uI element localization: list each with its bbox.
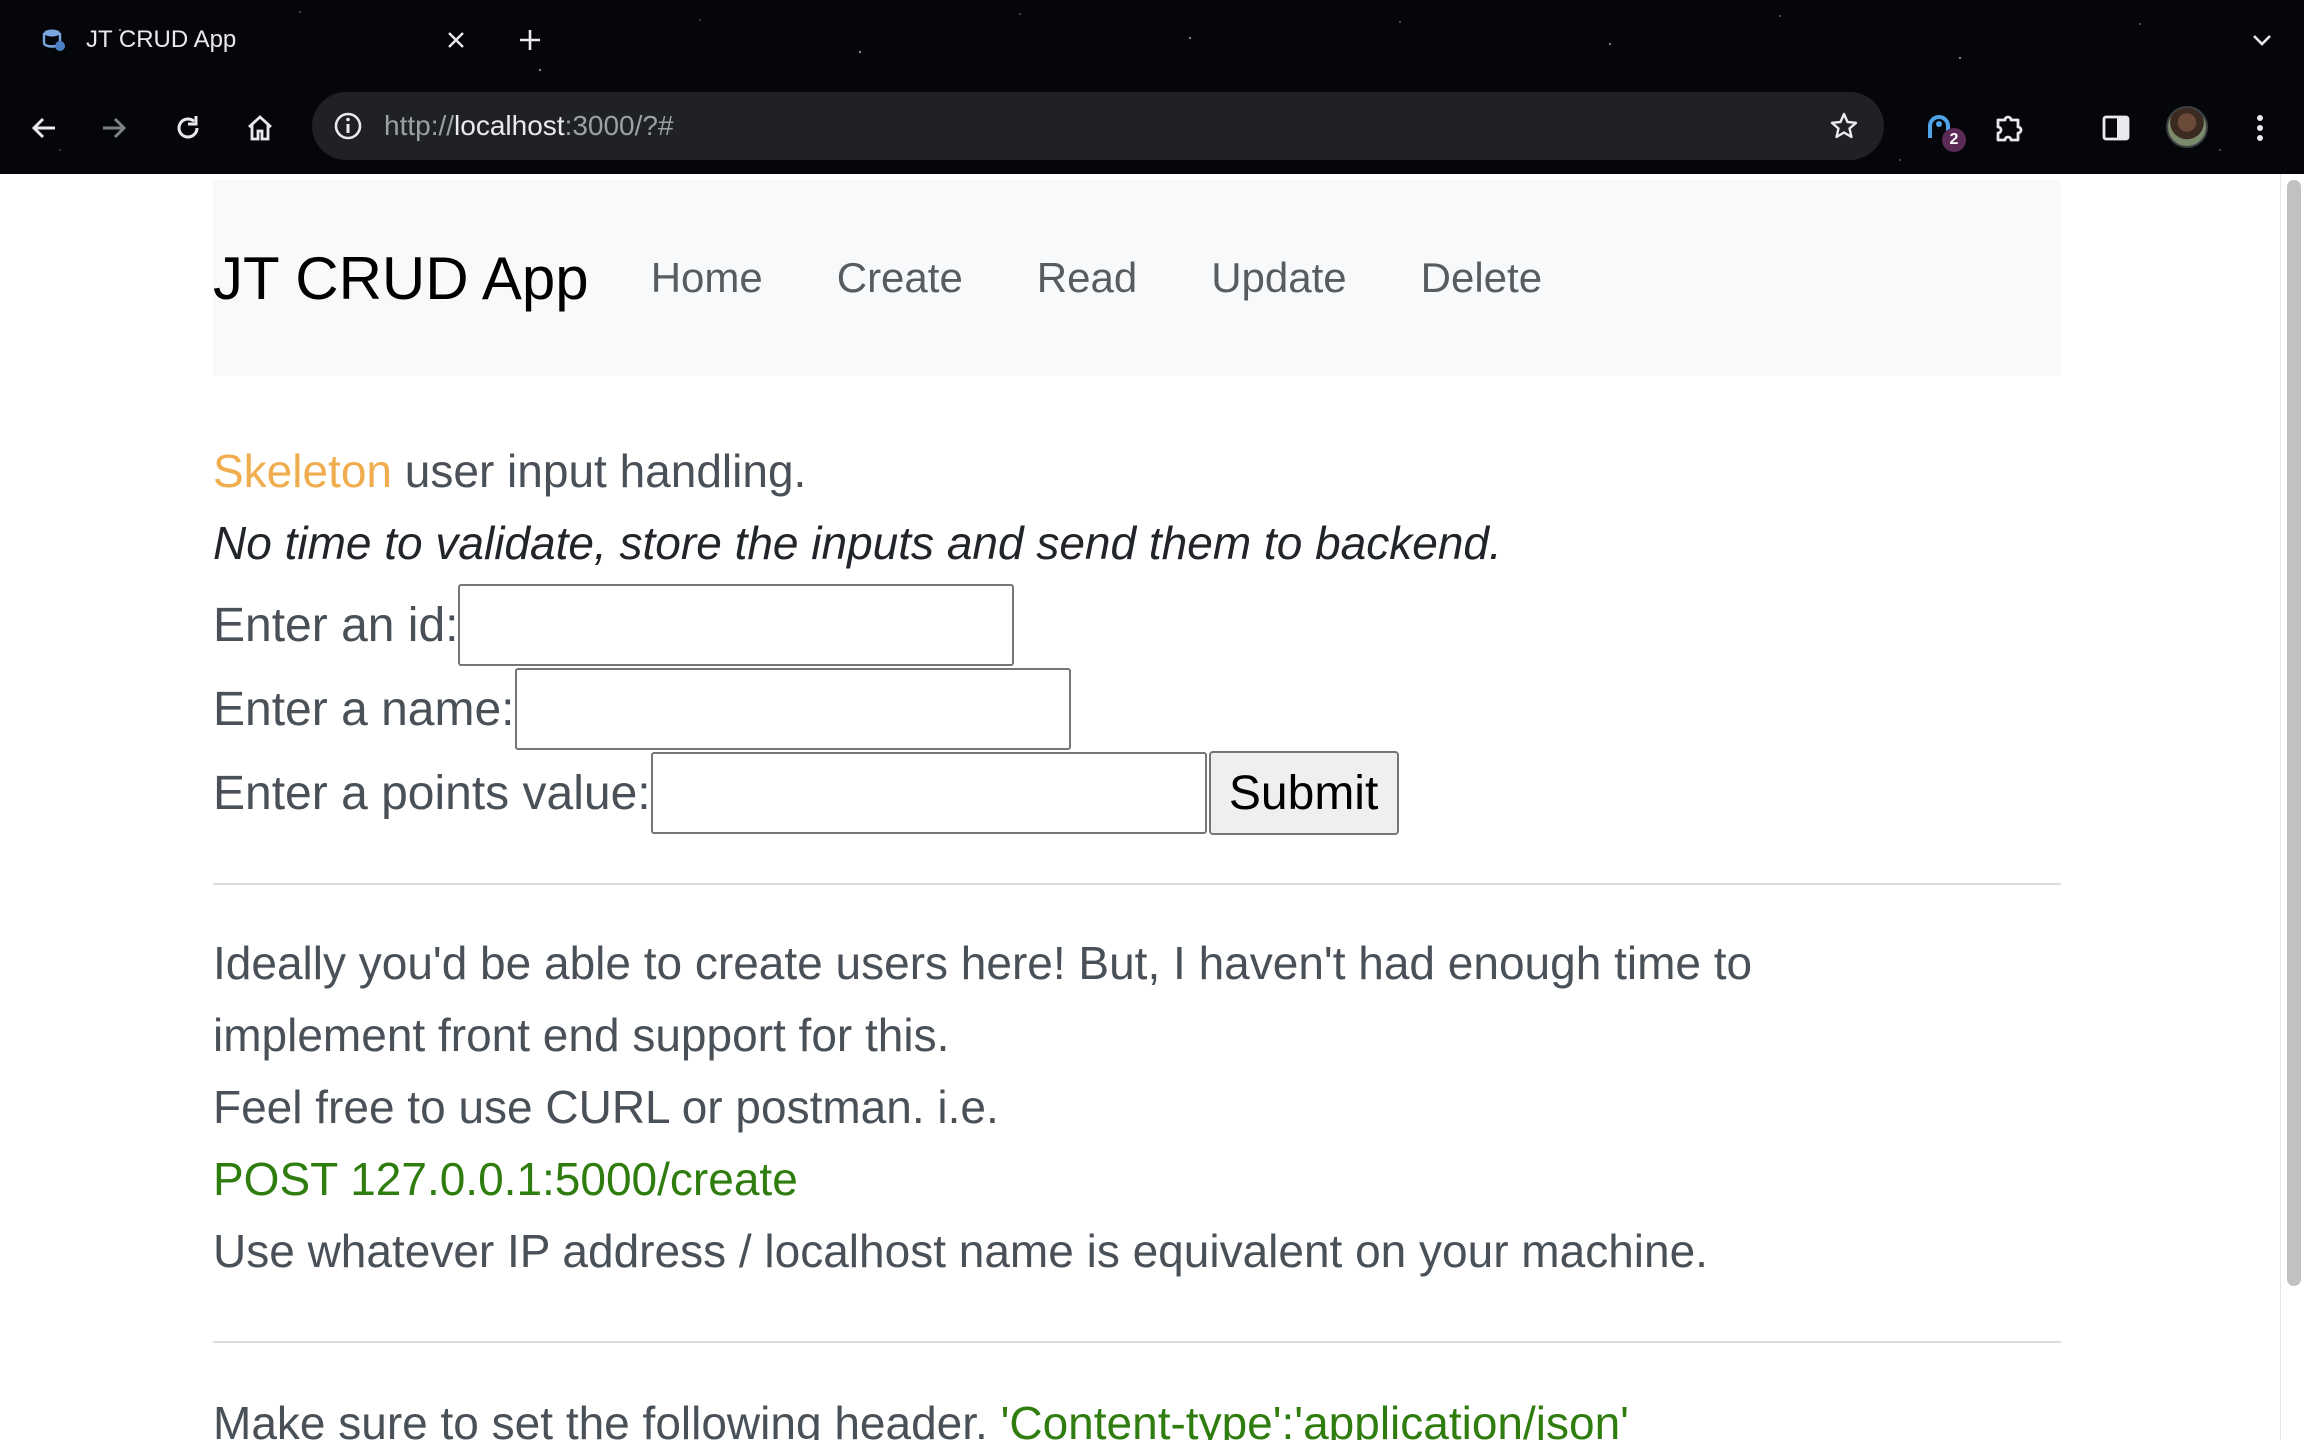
- new-tab-button[interactable]: [510, 20, 550, 60]
- back-arrow-icon[interactable]: [20, 104, 68, 152]
- nav-link-update[interactable]: Update: [1211, 254, 1346, 302]
- scrollbar-thumb[interactable]: [2287, 180, 2301, 1286]
- page-viewport: JT CRUD App Home Create Read Update Dele…: [0, 174, 2280, 1440]
- nav-link-read[interactable]: Read: [1037, 254, 1137, 302]
- nav-link-delete[interactable]: Delete: [1421, 254, 1542, 302]
- info-line-4: Use whatever IP address / localhost name…: [213, 1225, 1708, 1277]
- intro-heading: Skeleton user input handling.: [213, 445, 807, 497]
- navbar: JT CRUD App Home Create Read Update Dele…: [213, 180, 2061, 376]
- side-panel-icon[interactable]: [2092, 104, 2140, 152]
- info-line-1: Ideally you'd be able to create users he…: [213, 937, 1753, 989]
- home-icon[interactable]: [236, 104, 284, 152]
- name-row: Enter a name:: [213, 668, 1071, 750]
- close-icon[interactable]: [438, 22, 474, 58]
- points-input[interactable]: [650, 752, 1207, 834]
- submit-button[interactable]: Submit: [1208, 751, 1399, 835]
- address-bar[interactable]: http://localhost:3000/?#: [312, 92, 1884, 160]
- points-label: Enter a points value:: [213, 766, 651, 820]
- divider: [213, 1341, 2061, 1343]
- reload-icon[interactable]: [164, 104, 212, 152]
- extension-badge: 2: [1942, 128, 1966, 152]
- chevron-down-icon[interactable]: [2242, 20, 2282, 60]
- divider: [213, 883, 2061, 885]
- browser-chrome: JT CRUD App http://localhost:3000/?# 2: [0, 0, 2304, 174]
- profile-avatar[interactable]: [2166, 106, 2208, 148]
- extension-icon[interactable]: 2: [1916, 104, 1966, 152]
- name-input[interactable]: [514, 668, 1071, 750]
- browser-tab[interactable]: JT CRUD App: [20, 14, 480, 66]
- intro-note: No time to validate, store the inputs an…: [213, 517, 1502, 569]
- nav-link-home[interactable]: Home: [651, 254, 763, 302]
- header-value: 'Content-type':'application/json': [1000, 1397, 1629, 1440]
- tab-title: JT CRUD App: [86, 26, 237, 53]
- info-line-3: Feel free to use CURL or postman. i.e.: [213, 1081, 999, 1133]
- id-label: Enter an id:: [213, 598, 459, 652]
- name-label: Enter a name:: [213, 682, 515, 736]
- bookmark-star-icon[interactable]: [1822, 104, 1866, 148]
- skeleton-link[interactable]: Skeleton: [213, 445, 392, 497]
- menu-kebab-icon[interactable]: [2236, 104, 2284, 152]
- id-row: Enter an id:: [213, 584, 1015, 666]
- forward-arrow-icon[interactable]: [90, 104, 138, 152]
- id-input[interactable]: [458, 584, 1015, 666]
- info-line-2: implement front end support for this.: [213, 1009, 950, 1061]
- url-text: http://localhost:3000/?#: [384, 110, 674, 141]
- navbar-brand[interactable]: JT CRUD App: [213, 244, 589, 313]
- points-row: Enter a points value: Submit: [213, 751, 1399, 835]
- vertical-scrollbar[interactable]: [2280, 174, 2304, 1440]
- endpoint-text: POST 127.0.0.1:5000/create: [213, 1153, 798, 1205]
- database-icon: [40, 26, 68, 54]
- header-instruction: Make sure to set the following header. '…: [213, 1396, 1629, 1440]
- puzzle-icon[interactable]: [1986, 104, 2034, 152]
- site-info-icon[interactable]: [326, 104, 370, 148]
- nav-link-create[interactable]: Create: [837, 254, 963, 302]
